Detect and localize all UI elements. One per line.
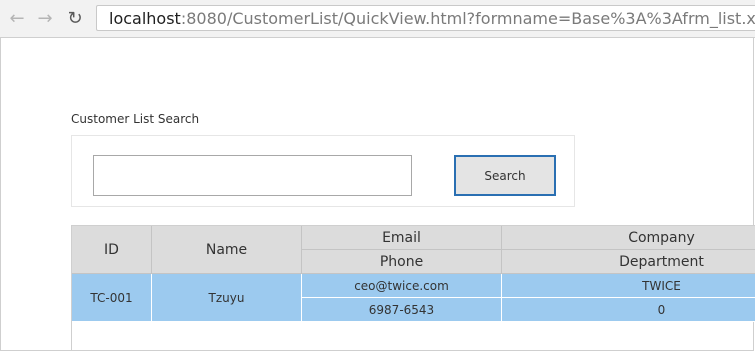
cell-name[interactable]: Tzuyu: [152, 274, 302, 322]
customer-grid: ID Name Email Phone Company Department T…: [71, 225, 755, 351]
header-id[interactable]: ID: [72, 226, 152, 274]
header-email[interactable]: Email: [302, 226, 502, 250]
cell-company[interactable]: TWICE: [502, 274, 755, 298]
cell-email[interactable]: ceo@twice.com: [302, 274, 502, 298]
header-department[interactable]: Department: [502, 250, 755, 274]
browser-toolbar: ← → ↻ localhost:8080/CustomerList/QuickV…: [0, 0, 755, 38]
search-button[interactable]: Search: [454, 155, 556, 196]
url-path: :8080/CustomerList/QuickView.html?formna…: [180, 8, 755, 28]
search-title: Customer List Search: [71, 112, 200, 126]
back-arrow-icon[interactable]: ←: [6, 7, 28, 29]
cell-department[interactable]: 0: [502, 298, 755, 322]
search-input[interactable]: [93, 155, 412, 196]
header-company[interactable]: Company: [502, 226, 755, 250]
url-host: localhost: [109, 8, 181, 28]
reload-icon[interactable]: ↻: [64, 7, 86, 29]
forward-arrow-icon[interactable]: →: [34, 7, 56, 29]
header-name[interactable]: Name: [152, 226, 302, 274]
url-text: localhost:8080/CustomerList/QuickView.ht…: [109, 9, 755, 28]
header-phone[interactable]: Phone: [302, 250, 502, 274]
cell-phone[interactable]: 6987-6543: [302, 298, 502, 322]
cell-id[interactable]: TC-001: [72, 274, 152, 322]
address-bar[interactable]: localhost:8080/CustomerList/QuickView.ht…: [96, 5, 755, 31]
